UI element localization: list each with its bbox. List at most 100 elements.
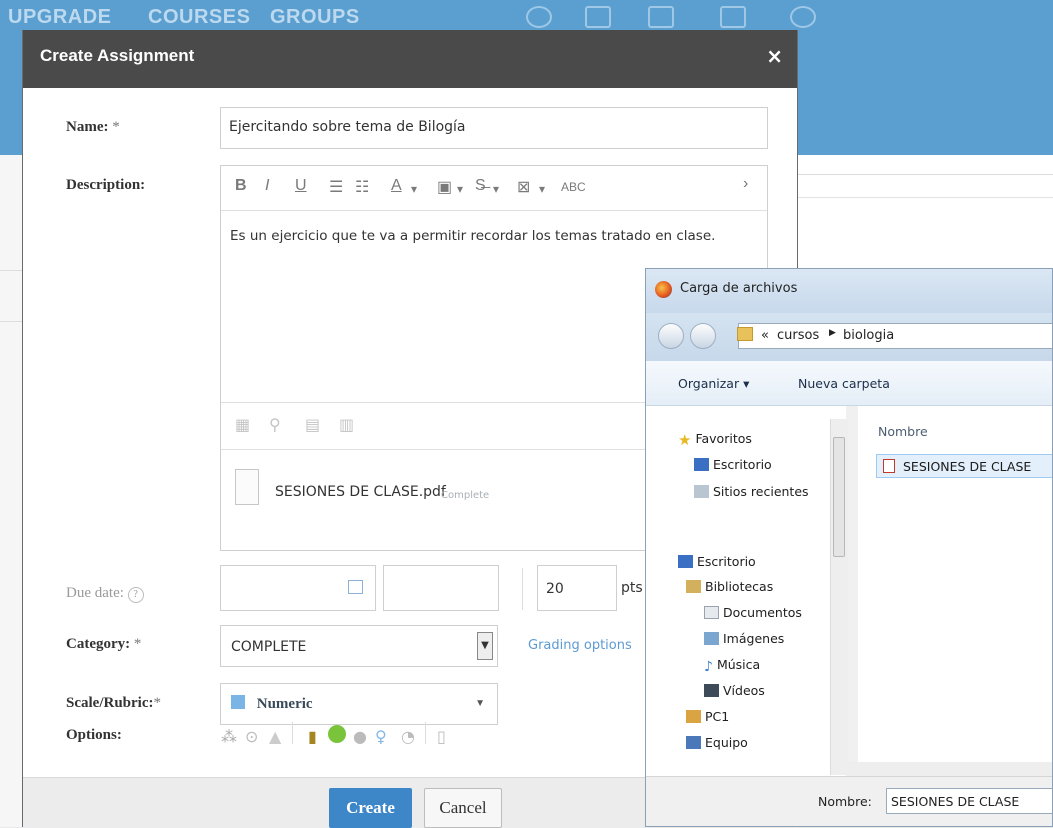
description-text[interactable]: Es un ejercicio que te va a permitir rec… xyxy=(230,228,715,244)
due-time-input[interactable] xyxy=(383,565,499,611)
scale-rubric-label: Scale/Rubric:* xyxy=(66,695,161,711)
notification-icon[interactable] xyxy=(790,6,816,28)
bullet-list-icon[interactable]: ☰ xyxy=(329,177,343,197)
lock-icon[interactable]: ▲ xyxy=(269,727,281,746)
copy-icon[interactable]: ▯ xyxy=(437,727,446,746)
insert-file-icon[interactable]: ▤ xyxy=(305,415,321,434)
group-icon[interactable]: ⁂ xyxy=(221,727,237,746)
pdf-file-icon xyxy=(883,459,895,473)
due-date-input[interactable] xyxy=(220,565,376,611)
options-label: Options: xyxy=(66,727,122,743)
nav-pc1[interactable]: PC1 xyxy=(686,709,729,724)
nav-upgrade[interactable]: UPGRADE xyxy=(8,6,112,29)
bold-button[interactable]: B xyxy=(235,177,247,195)
navigation-pane: ★ Favoritos Escritorio Sitios recientes E… xyxy=(646,406,846,776)
nav-desktop-fav[interactable]: Escritorio xyxy=(694,457,772,472)
nav-courses[interactable]: COURSES xyxy=(148,6,250,29)
comment-icon[interactable]: ♀ xyxy=(375,727,387,746)
clipboard-icon[interactable]: ▮ xyxy=(308,727,317,746)
path-segment-biologia[interactable]: biologia xyxy=(843,328,894,343)
spellcheck-button[interactable]: ABC xyxy=(561,180,586,194)
chevron-down-icon[interactable]: ▾ xyxy=(493,182,499,196)
numbered-list-icon[interactable]: ☷ xyxy=(355,177,369,197)
nav-recent-places[interactable]: Sitios recientes xyxy=(694,484,809,499)
font-color-button[interactable]: A xyxy=(391,177,402,195)
path-prefix: « xyxy=(761,328,769,343)
chevron-down-icon[interactable]: ▾ xyxy=(411,182,417,196)
points-input[interactable]: 20 xyxy=(537,565,617,611)
filename-label: Nombre: xyxy=(818,794,872,809)
forward-arrow-icon[interactable] xyxy=(690,323,716,349)
music-icon: ♪ xyxy=(704,659,713,675)
chevron-down-icon[interactable]: ▾ xyxy=(457,182,463,196)
points-unit: pts xyxy=(621,580,643,596)
back-arrow-icon[interactable] xyxy=(658,323,684,349)
new-folder-button[interactable]: Nueva carpeta xyxy=(798,376,890,391)
status-dot-icon[interactable] xyxy=(328,725,346,743)
dialog-filename-bar: Nombre: SESIONES DE CLASE xyxy=(646,776,1052,826)
nav-music[interactable]: ♪ Música xyxy=(704,657,760,675)
chevron-down-icon[interactable]: ▾ xyxy=(539,182,545,196)
underline-button[interactable]: U xyxy=(295,177,307,195)
star-icon: ★ xyxy=(678,431,692,449)
scrollbar-thumb[interactable] xyxy=(833,437,845,557)
firefox-icon xyxy=(655,281,672,298)
divider xyxy=(522,568,523,610)
modal-title: Create Assignment xyxy=(40,46,195,65)
vertical-scrollbar[interactable] xyxy=(830,419,848,775)
horizontal-scrollbar[interactable] xyxy=(846,761,1052,776)
address-bar[interactable]: « cursos ▶ biologia xyxy=(737,323,1052,349)
folder-icon xyxy=(737,327,753,341)
nav-libraries[interactable]: Bibliotecas xyxy=(686,579,773,594)
column-header-name[interactable]: Nombre xyxy=(878,424,928,439)
file-upload-dialog: Carga de archivos « cursos ▶ biologia Or… xyxy=(645,268,1053,827)
path-segment-cursos[interactable]: cursos xyxy=(777,328,819,343)
strikethrough-icon[interactable]: S̶ xyxy=(475,177,486,195)
scale-select[interactable]: Numeric ▼ xyxy=(220,683,498,725)
target-icon[interactable]: ⊙ xyxy=(245,727,258,746)
search-icon[interactable] xyxy=(526,6,552,28)
backpack-icon[interactable] xyxy=(648,6,674,28)
nav-documents[interactable]: Documentos xyxy=(704,605,802,620)
nav-favorites[interactable]: ★ Favoritos xyxy=(678,431,752,449)
chevron-right-icon[interactable]: › xyxy=(743,175,748,193)
grading-options-link[interactable]: Grading options xyxy=(528,638,632,653)
attachment-name[interactable]: SESIONES DE CLASE.pdf xyxy=(275,484,446,500)
calendar-icon[interactable] xyxy=(348,580,363,594)
circle-icon[interactable]: ● xyxy=(353,727,367,746)
insert-media-icon[interactable]: ▥ xyxy=(339,415,355,434)
filename-input[interactable]: SESIONES DE CLASE xyxy=(886,788,1052,814)
category-select[interactable]: COMPLETE ▼ xyxy=(220,625,498,667)
help-icon[interactable]: ? xyxy=(127,587,144,603)
mail-icon[interactable] xyxy=(720,6,746,28)
nav-images[interactable]: Imágenes xyxy=(704,631,784,646)
dialog-title: Carga de archivos xyxy=(680,281,798,296)
insert-table-icon[interactable]: ▦ xyxy=(235,415,251,434)
nav-computer[interactable]: Equipo xyxy=(686,735,748,750)
name-input[interactable]: Ejercitando sobre tema de Bilogía xyxy=(220,107,768,149)
dialog-address-area: « cursos ▶ biologia xyxy=(646,313,1052,361)
user-folder-icon xyxy=(686,710,701,723)
divider xyxy=(425,722,426,744)
background-left-strip xyxy=(0,155,22,827)
cancel-button[interactable]: Cancel xyxy=(424,788,502,828)
due-date-label: Due date: ? xyxy=(66,585,144,603)
category-value: COMPLETE xyxy=(231,639,307,655)
editor-toolbar: B I U ☰ ☷ A ▾ ▣ ▾ S̶ ▾ ⊠ ▾ ABC › xyxy=(221,166,767,211)
nav-videos[interactable]: Vídeos xyxy=(704,683,765,698)
nav-groups[interactable]: GROUPS xyxy=(270,6,360,29)
create-button[interactable]: Create xyxy=(329,788,412,828)
nav-desktop[interactable]: Escritorio xyxy=(678,554,756,569)
insert-link-icon[interactable]: ⚲ xyxy=(269,415,285,434)
calendar-icon[interactable] xyxy=(585,6,611,28)
italic-button[interactable]: I xyxy=(265,177,269,195)
chevron-down-icon[interactable]: ▼ xyxy=(477,632,493,660)
description-label: Description: xyxy=(66,177,146,193)
insert-icon[interactable]: ⊠ xyxy=(517,177,530,197)
close-icon[interactable]: × xyxy=(766,44,783,68)
organize-button[interactable]: Organizar ▾ xyxy=(678,376,749,391)
chat-icon[interactable]: ◔ xyxy=(401,727,415,746)
file-list-item[interactable]: SESIONES DE CLASE xyxy=(876,454,1052,478)
highlight-color-icon[interactable]: ▣ xyxy=(437,177,452,197)
chevron-down-icon[interactable]: ▼ xyxy=(475,698,485,709)
